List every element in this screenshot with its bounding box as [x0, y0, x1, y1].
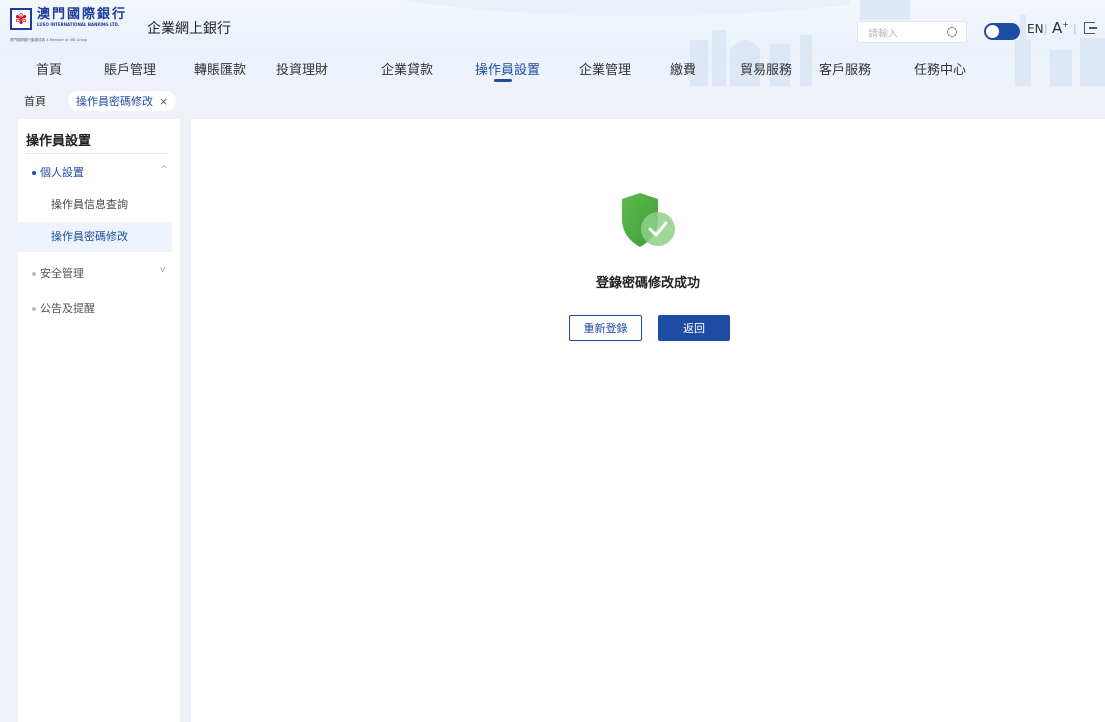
sidebar-group-label: 安全管理 [40, 267, 84, 280]
bullet-icon [32, 272, 36, 276]
logo-subtitle: 廈門國際銀行集團成員 A Member of XIB Group [10, 38, 88, 42]
nav-item-task-center[interactable]: 任務中心 [914, 59, 966, 78]
success-message: 登錄密碼修改成功 [595, 276, 700, 291]
nav-item-enterprise-management[interactable]: 企業管理 [579, 59, 631, 78]
logo-mark-icon: ✾ [10, 8, 32, 30]
back-button[interactable]: 返回 [658, 315, 730, 341]
sidebar-group-announcements[interactable]: 公告及提醒 [32, 300, 95, 316]
main-content: 登錄密碼修改成功 重新登錄 返回 [191, 119, 1105, 722]
font-size-plus: + [1062, 20, 1069, 29]
sidebar-group-label: 個人設置 [40, 166, 84, 179]
main-nav: 首頁 賬戶管理 轉賬匯款 投資理財 企業貸款 操作員設置 企業管理 繳費 貿易服… [0, 52, 1105, 82]
sidebar-group-personal-settings[interactable]: 個人設置 [32, 164, 84, 180]
nav-item-transfers[interactable]: 轉賬匯款 [194, 59, 246, 78]
bank-logo[interactable]: ✾ 澳門國際銀行 LUSO INTERNATIONAL BANKING LTD.… [10, 7, 128, 42]
font-size-button[interactable]: A+ [1052, 19, 1069, 37]
app-title: 企業網上銀行 [147, 21, 231, 37]
chevron-up-icon[interactable]: ^ [160, 165, 168, 175]
breadcrumb-home[interactable]: 首頁 [24, 93, 46, 109]
search-icon[interactable] [947, 27, 957, 37]
relogin-button[interactable]: 重新登錄 [569, 315, 642, 341]
header: ✾ 澳門國際銀行 LUSO INTERNATIONAL BANKING LTD.… [0, 0, 1105, 86]
nav-item-loans[interactable]: 企業貸款 [381, 59, 433, 78]
nav-active-indicator [494, 79, 512, 82]
divider: | [1073, 22, 1077, 35]
sidebar-group-label: 公告及提醒 [40, 302, 95, 315]
close-icon[interactable]: × [159, 95, 168, 108]
nav-item-investment[interactable]: 投資理財 [276, 59, 328, 78]
breadcrumb: 首頁 操作員密碼修改 × [0, 88, 1105, 114]
language-switch[interactable]: EN [1027, 22, 1044, 36]
nav-item-payments[interactable]: 繳費 [670, 59, 696, 78]
search-input[interactable] [866, 24, 950, 45]
sidebar: 操作員設置 個人設置 ^ 操作員信息查詢 操作員密碼修改 安全管理 v 公告及提… [18, 119, 180, 722]
font-size-label: A [1052, 19, 1063, 37]
chevron-down-icon[interactable]: v [160, 265, 165, 275]
divider: | [1044, 22, 1048, 35]
toggle-knob [986, 25, 999, 38]
sidebar-item-password-change[interactable]: 操作員密碼修改 [18, 222, 172, 252]
sidebar-divider [26, 153, 168, 154]
sidebar-group-security[interactable]: 安全管理 [32, 265, 84, 281]
bullet-icon [32, 307, 36, 311]
nav-item-home[interactable]: 首頁 [36, 59, 62, 78]
nav-item-customer-service[interactable]: 客戶服務 [819, 59, 871, 78]
nav-item-accounts[interactable]: 賬戶管理 [104, 59, 156, 78]
sidebar-item-operator-info[interactable]: 操作員信息查詢 [18, 190, 172, 220]
breadcrumb-tab-current[interactable]: 操作員密碼修改 × [68, 91, 177, 111]
bullet-icon [32, 171, 36, 175]
nav-item-trade-services[interactable]: 貿易服務 [740, 59, 792, 78]
logo-english-name: LUSO INTERNATIONAL BANKING LTD. [37, 22, 120, 27]
logout-icon[interactable] [1084, 22, 1097, 34]
nav-item-operator-settings[interactable]: 操作員設置 [475, 59, 540, 78]
sidebar-title: 操作員設置 [26, 134, 92, 149]
search-box[interactable] [857, 21, 967, 45]
breadcrumb-tab-label: 操作員密碼修改 [76, 95, 153, 108]
theme-toggle[interactable] [984, 23, 1020, 40]
logo-chinese-name: 澳門國際銀行 [37, 7, 128, 22]
success-shield-icon [622, 193, 675, 247]
